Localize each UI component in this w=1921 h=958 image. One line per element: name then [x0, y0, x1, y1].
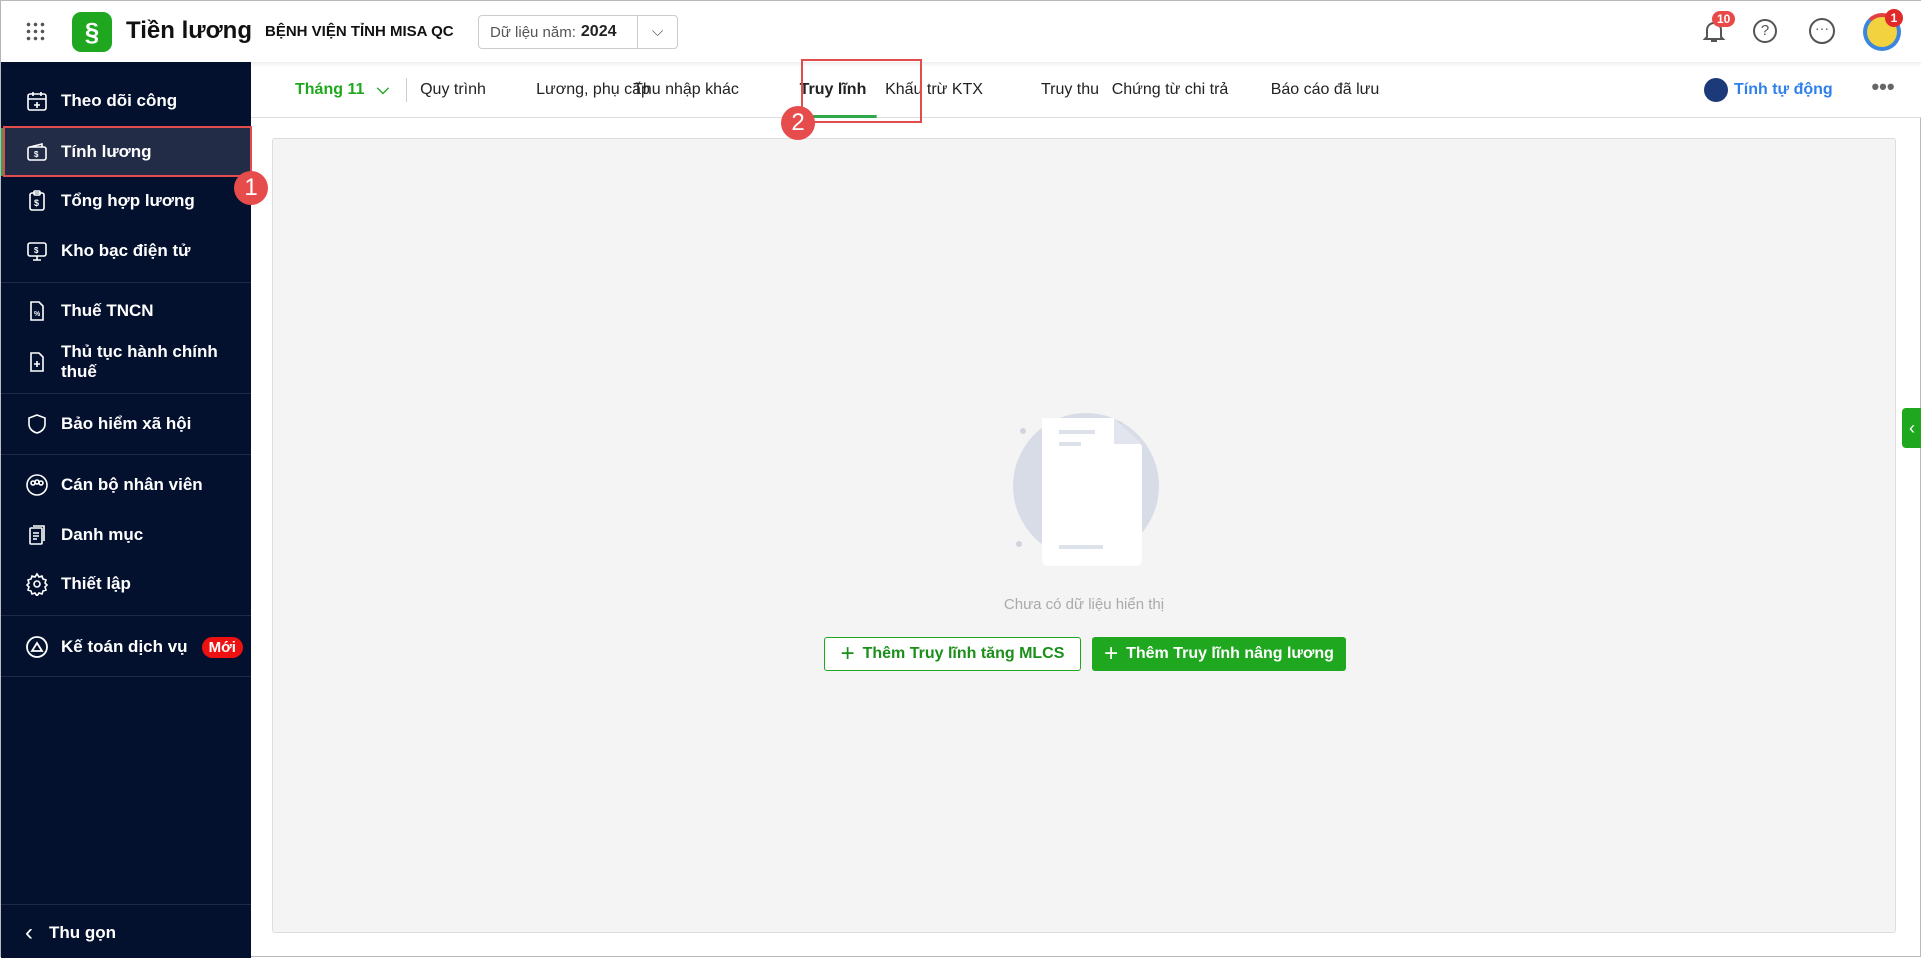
year-label: Dữ liệu năm:: [490, 23, 576, 41]
sidebar-divider: [1, 676, 251, 677]
new-badge: Mới: [201, 636, 243, 658]
help-icon[interactable]: ?: [1753, 19, 1777, 43]
svg-text:%: %: [34, 311, 41, 318]
annotation-step-1: 1: [234, 171, 268, 205]
file-percent-icon: %: [30, 301, 44, 321]
shield-heart-icon: [28, 414, 46, 434]
bell-icon[interactable]: 10: [1698, 11, 1736, 47]
sidebar-item-can-bo[interactable]: Cán bộ nhân viên: [1, 461, 251, 509]
sidebar-item-tong-hop-luong[interactable]: $ Tổng hợp lương: [1, 177, 251, 225]
plus-icon: +: [1104, 640, 1119, 667]
app-logo-icon: §: [72, 12, 112, 52]
org-name[interactable]: BỆNH VIỆN TỈNH MISA QC: [265, 23, 454, 40]
tab-thu-nhap-khac[interactable]: Thu nhập khác: [633, 62, 739, 118]
annotation-box-2: [801, 59, 922, 123]
chevron-down-icon[interactable]: ⌵: [637, 16, 677, 48]
add-raise-arrears-button[interactable]: + Thêm Truy lĩnh nâng lương: [1092, 637, 1346, 671]
tab-quy-trinh[interactable]: Quy trình: [420, 62, 486, 118]
svg-text:$: $: [34, 198, 39, 208]
service-logo-icon: [26, 636, 48, 658]
sidebar-item-bao-hiem[interactable]: Bảo hiểm xã hội: [1, 400, 251, 448]
plus-icon: +: [840, 640, 855, 667]
list-doc-icon: [29, 525, 45, 545]
sidebar-item-ke-toan-dich-vu[interactable]: Kế toán dịch vụ Mới: [1, 623, 251, 671]
sidebar-divider: [1, 454, 251, 455]
apps-grid-icon[interactable]: [25, 21, 45, 41]
more-circle-icon[interactable]: ···: [1809, 18, 1835, 44]
people-icon: [26, 474, 48, 496]
chevron-left-icon: ‹: [25, 919, 33, 946]
tab-bao-cao-da-luu[interactable]: Báo cáo đã lưu: [1271, 62, 1380, 118]
file-plus-icon: [30, 352, 44, 372]
expand-right-panel-button[interactable]: ‹: [1902, 408, 1921, 448]
tab-bar: Tháng 11 ⌵ Quy trình Lương, phụ cấp Thu …: [251, 62, 1921, 118]
month-selector[interactable]: Tháng 11 ⌵: [295, 62, 389, 118]
robot-icon: [1704, 78, 1728, 102]
more-options-icon[interactable]: •••: [1871, 62, 1894, 118]
year-value: 2024: [580, 23, 617, 40]
tab-truy-thu[interactable]: Truy thu: [1041, 62, 1099, 118]
app-title: Tiền lương: [126, 17, 252, 44]
avatar[interactable]: 1: [1863, 9, 1903, 51]
annotation-box-1: [3, 126, 252, 177]
year-selector[interactable]: Dữ liệu năm: 2024 ⌵: [478, 15, 678, 49]
top-bar: § Tiền lương BỆNH VIỆN TỈNH MISA QC Dữ l…: [1, 1, 1921, 62]
sidebar-divider: [1, 904, 251, 905]
notification-badge: 10: [1712, 11, 1736, 27]
clipboard-dollar-icon: $: [29, 190, 45, 211]
sidebar-divider: [1, 393, 251, 394]
avatar-badge: 1: [1885, 9, 1903, 27]
calendar-plus-icon: [27, 92, 47, 111]
tab-chung-tu-chi-tra[interactable]: Chứng từ chi trả: [1112, 62, 1229, 118]
annotation-step-2: 2: [781, 106, 815, 140]
collapse-sidebar-button[interactable]: ‹ Thu gọn: [1, 909, 251, 957]
sidebar-item-thu-tuc-thue[interactable]: Thủ tục hành chính thuế: [1, 338, 251, 386]
empty-state-illustration: [1013, 413, 1159, 566]
add-mlcs-arrears-button[interactable]: + Thêm Truy lĩnh tăng MLCS: [824, 637, 1081, 671]
sidebar-divider: [1, 282, 251, 283]
sidebar-item-thue-tncn[interactable]: % Thuế TNCN: [1, 287, 251, 335]
gear-icon: [25, 572, 49, 596]
sidebar-item-kho-bac[interactable]: $ Kho bạc điện tử: [1, 227, 251, 275]
sidebar: Theo dõi công $ Tính lương $ Tổng hợp lươn…: [1, 62, 251, 958]
monitor-dollar-icon: $: [27, 242, 47, 261]
sidebar-divider: [1, 615, 251, 616]
chevron-down-icon: ⌵: [376, 81, 389, 98]
empty-message: Chưa có dữ liệu hiển thị: [1003, 596, 1165, 613]
tab-separator: [406, 78, 407, 102]
sidebar-item-thiet-lap[interactable]: Thiết lập: [1, 560, 251, 608]
auto-calc-button[interactable]: Tính tự động: [1704, 62, 1833, 118]
sidebar-item-theo-doi-cong[interactable]: Theo dõi công: [1, 77, 251, 125]
sidebar-item-danh-muc[interactable]: Danh mục: [1, 511, 251, 559]
svg-text:$: $: [34, 246, 39, 255]
